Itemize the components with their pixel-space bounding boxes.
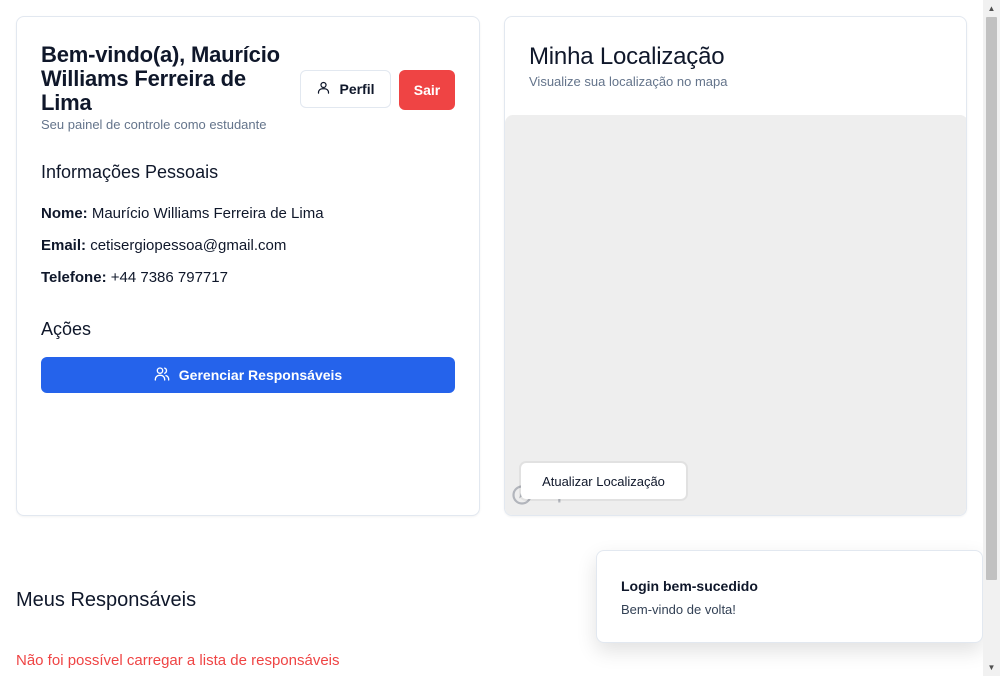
vertical-scrollbar[interactable]: ▲ ▼ (983, 0, 1000, 676)
page: Bem-vindo(a), Maurício Williams Ferreira… (0, 0, 1000, 676)
update-location-label: Atualizar Localização (542, 473, 665, 489)
dashboard-subtitle: Seu painel de controle como estudante (41, 117, 267, 132)
name-value: Maurício Williams Ferreira de Lima (91, 205, 324, 222)
actions-title: Ações (41, 319, 92, 339)
info-email: Email: cetisergiopessoa@gmail.com (41, 237, 286, 254)
welcome-heading: Bem-vindo(a), Maurício Williams Ferreira… (41, 42, 280, 115)
profile-card: Bem-vindo(a), Maurício Williams Ferreira… (16, 16, 480, 516)
login-toast[interactable]: Login bem-sucedido Bem-vindo de volta! (596, 550, 983, 643)
logout-button-label: Sair (413, 82, 441, 98)
profile-button-label: Perfil (339, 81, 375, 97)
personal-info-title: Informações Pessoais (41, 162, 219, 182)
info-phone: Telefone: +44 7386 797717 (41, 269, 228, 286)
users-icon (154, 366, 170, 385)
scroll-up-arrow-icon[interactable]: ▲ (983, 0, 1000, 17)
phone-value: +44 7386 797717 (110, 269, 228, 286)
user-icon (316, 80, 331, 98)
update-location-button[interactable]: Atualizar Localização (521, 463, 686, 499)
logout-button[interactable]: Sair (399, 70, 455, 110)
toast-description: Bem-vindo de volta! (621, 602, 736, 617)
email-value: cetisergiopessoa@gmail.com (90, 237, 287, 254)
guardians-title: Meus Responsáveis (16, 589, 197, 611)
guardians-error: Não foi possível carregar a lista de res… (16, 652, 340, 669)
info-name: Nome: Maurício Williams Ferreira de Lima (41, 205, 324, 222)
manage-guardians-button[interactable]: Gerenciar Responsáveis (41, 357, 455, 393)
scrollbar-thumb[interactable] (986, 17, 997, 580)
name-label: Nome: (41, 205, 88, 222)
map-canvas[interactable]: mapbox Atualizar Localização (505, 115, 966, 515)
profile-button[interactable]: Perfil (300, 70, 391, 108)
location-subtitle: Visualize sua localização no mapa (529, 74, 728, 89)
manage-guardians-label: Gerenciar Responsáveis (178, 367, 343, 383)
scroll-down-arrow-icon[interactable]: ▼ (983, 659, 1000, 676)
location-card: Minha Localização Visualize sua localiza… (504, 16, 967, 516)
phone-label: Telefone: (41, 269, 107, 286)
location-title: Minha Localização (529, 43, 725, 70)
toast-title: Login bem-sucedido (621, 578, 758, 594)
email-label: Email: (41, 237, 87, 254)
